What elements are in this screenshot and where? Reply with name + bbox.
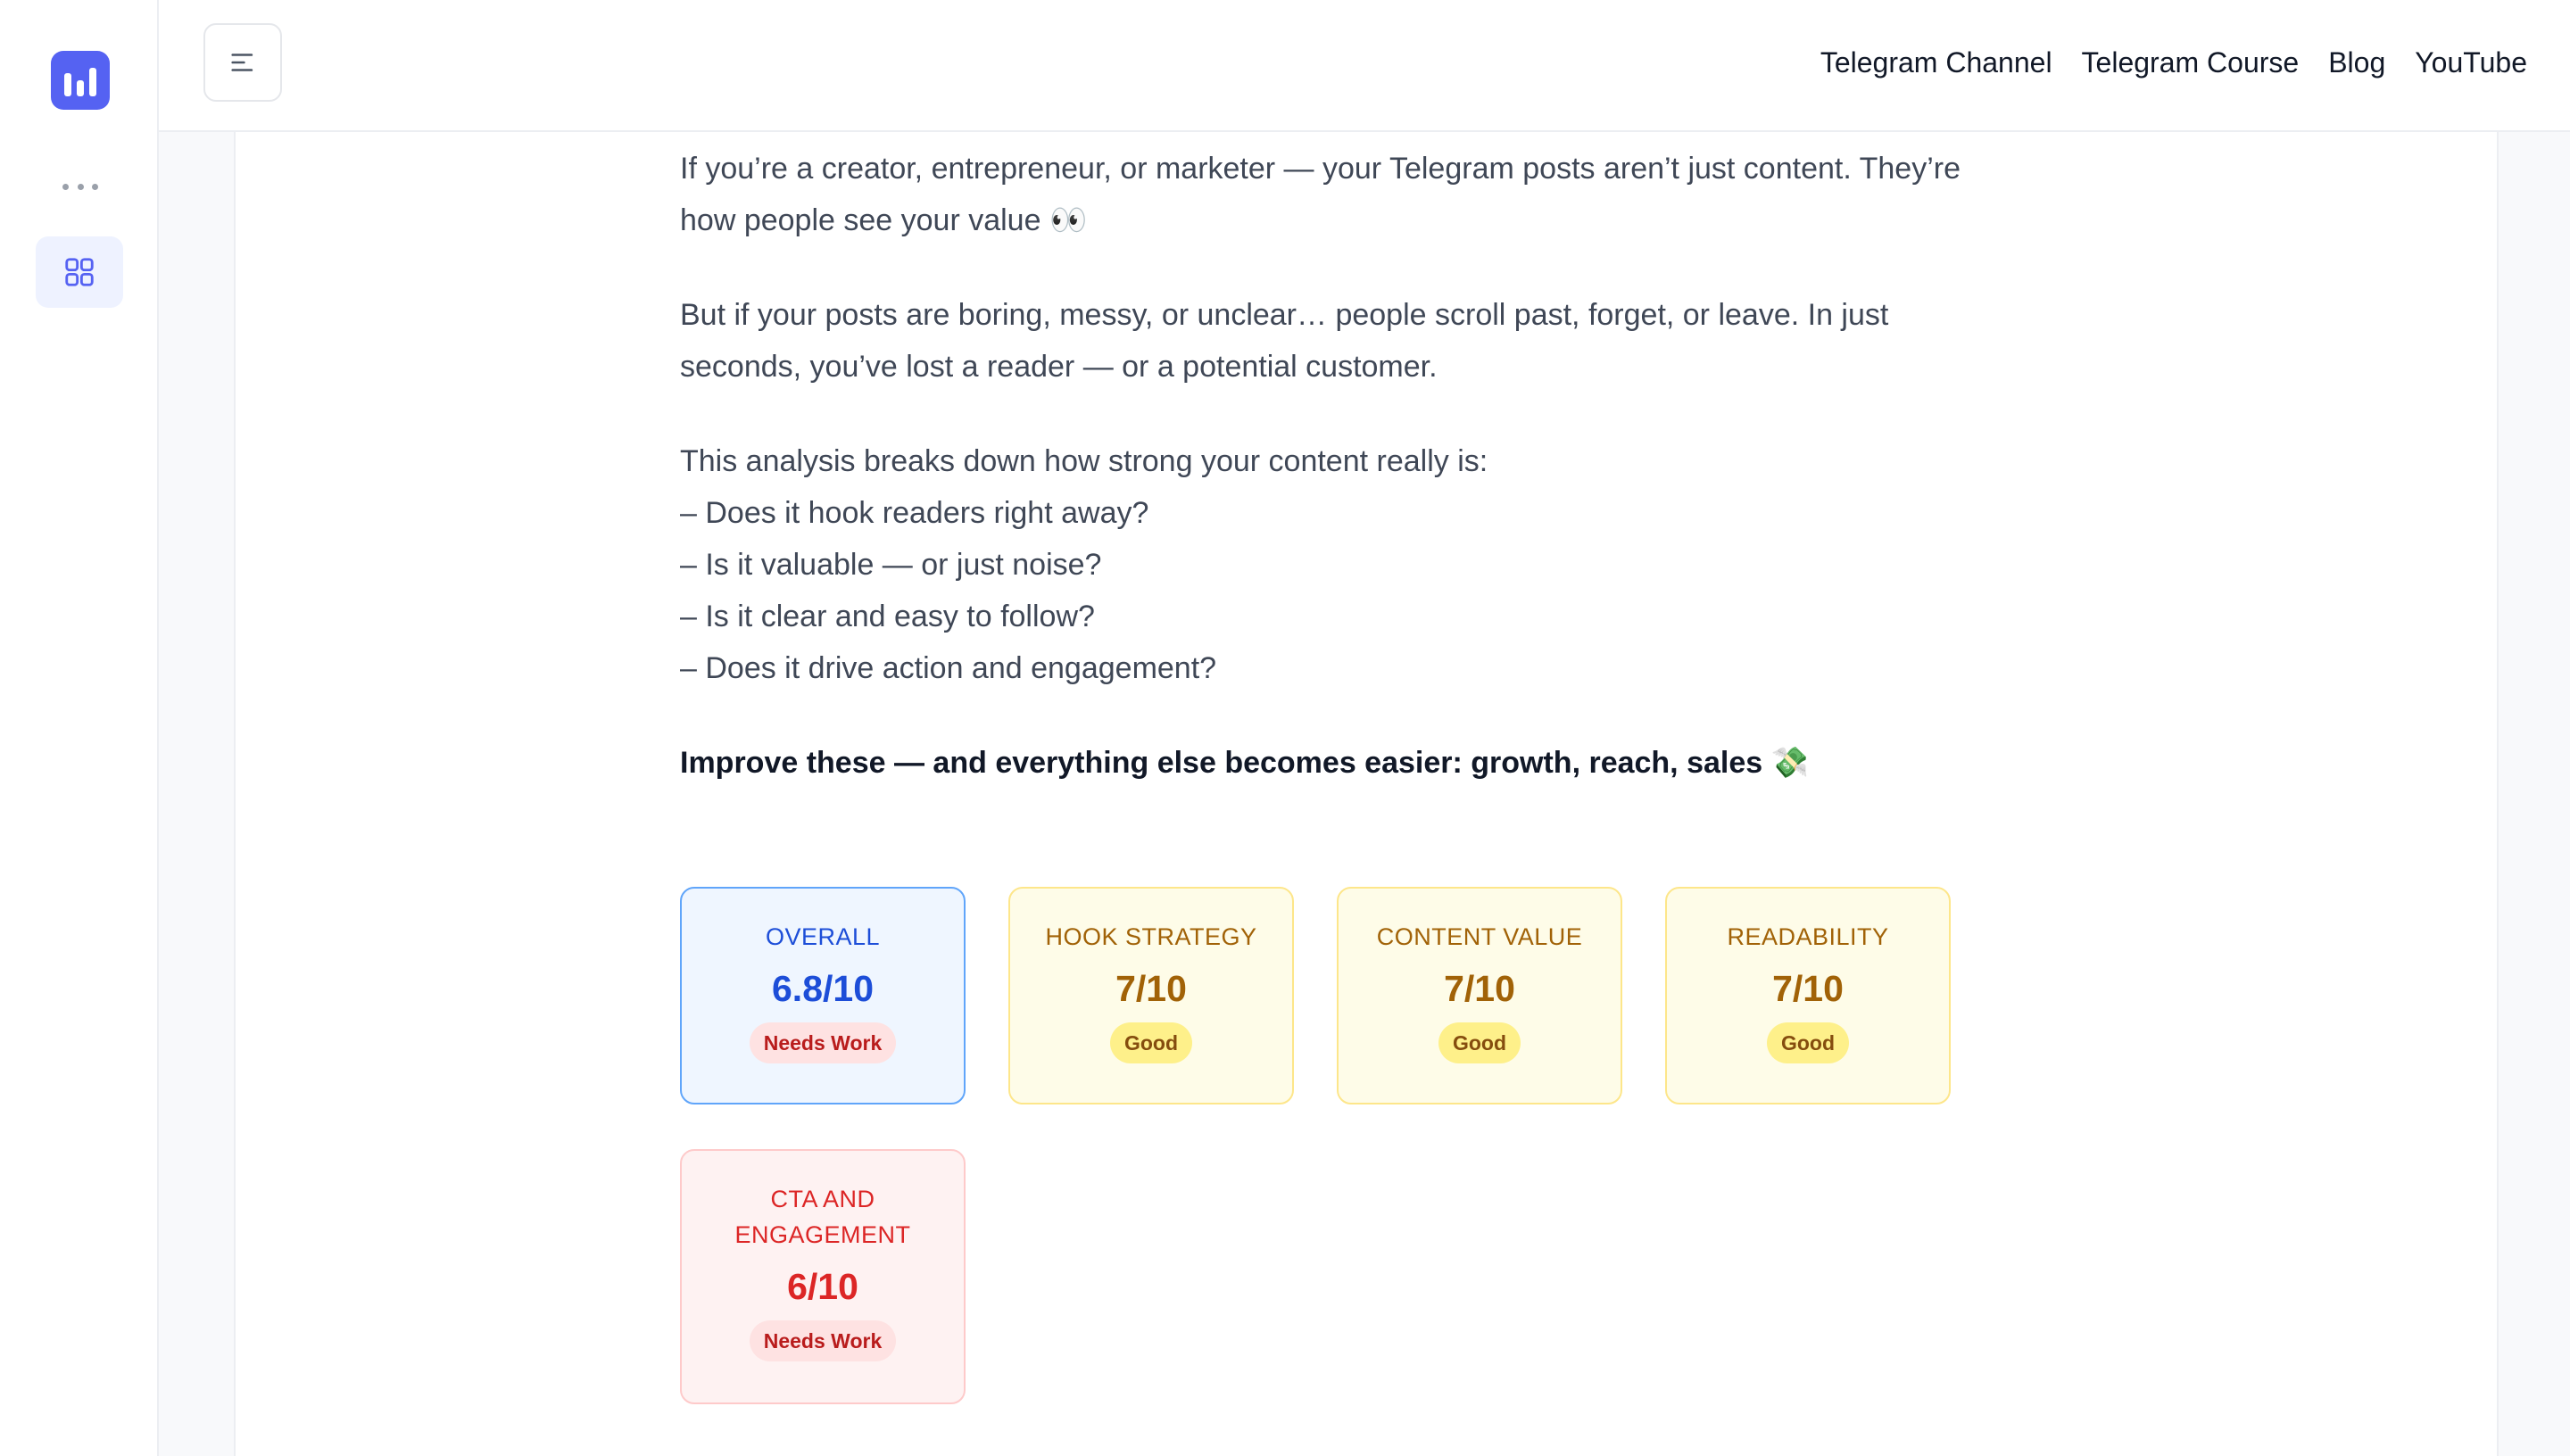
score-value: 7/10 <box>1772 968 1844 1009</box>
score-value: 6.8/10 <box>772 968 874 1009</box>
nav-link-blog[interactable]: Blog <box>2328 41 2385 84</box>
sidebar-item-dashboard[interactable] <box>36 236 123 308</box>
analysis-intro: If you’re a creator, entrepreneur, or ma… <box>680 143 2072 831</box>
score-card-hook-strategy: HOOK STRATEGY 7/10 Good <box>1008 887 1294 1104</box>
score-card-content-value: CONTENT VALUE 7/10 Good <box>1337 887 1622 1104</box>
status-badge: Needs Work <box>749 1022 897 1063</box>
top-header: Telegram Channel Telegram Course Blog Yo… <box>159 0 2570 132</box>
analysis-questions: This analysis breaks down how strong you… <box>680 435 2072 694</box>
score-label: CTA AND ENGAGEMENT <box>734 1186 911 1248</box>
intro-paragraph: If you’re a creator, entrepreneur, or ma… <box>680 152 1961 237</box>
nav-link-youtube[interactable]: YouTube <box>2415 41 2527 84</box>
conclusion-text: Improve these — and everything else beco… <box>680 746 1809 780</box>
score-label: READABILITY <box>1727 923 1889 950</box>
top-nav: Telegram Channel Telegram Course Blog Yo… <box>1820 41 2527 84</box>
list-item: – Does it hook readers right away? <box>680 496 1149 530</box>
list-item: – Does it drive action and engagement? <box>680 651 1217 685</box>
list-item: – Is it clear and easy to follow? <box>680 600 1095 633</box>
score-label: CONTENT VALUE <box>1376 923 1583 950</box>
score-label: OVERALL <box>765 923 881 950</box>
score-label: HOOK STRATEGY <box>1045 923 1257 950</box>
score-card-cta-engagement: CTA AND ENGAGEMENT 6/10 Needs Work <box>680 1149 966 1404</box>
score-value: 6/10 <box>787 1266 858 1307</box>
nav-link-telegram-course[interactable]: Telegram Course <box>2082 41 2300 84</box>
grid-icon <box>65 258 94 286</box>
bar-chart-logo-icon[interactable] <box>51 51 110 110</box>
score-value: 7/10 <box>1444 968 1515 1009</box>
status-badge: Good <box>1438 1022 1521 1063</box>
nav-link-telegram-channel[interactable]: Telegram Channel <box>1820 41 2052 84</box>
status-badge: Good <box>1109 1022 1193 1063</box>
score-value: 7/10 <box>1115 968 1187 1009</box>
status-badge: Needs Work <box>749 1320 897 1361</box>
list-item: – Is it valuable — or just noise? <box>680 548 1102 582</box>
menu-icon <box>231 54 253 71</box>
score-card-readability: READABILITY 7/10 Good <box>1665 887 1951 1104</box>
more-dots-icon[interactable] <box>62 176 98 197</box>
status-badge: Good <box>1766 1022 1850 1063</box>
menu-toggle-button[interactable] <box>203 23 282 102</box>
score-card-overall: OVERALL 6.8/10 Needs Work <box>680 887 966 1104</box>
sidebar <box>0 0 159 1456</box>
intro-paragraph: But if your posts are boring, messy, or … <box>680 298 1889 384</box>
